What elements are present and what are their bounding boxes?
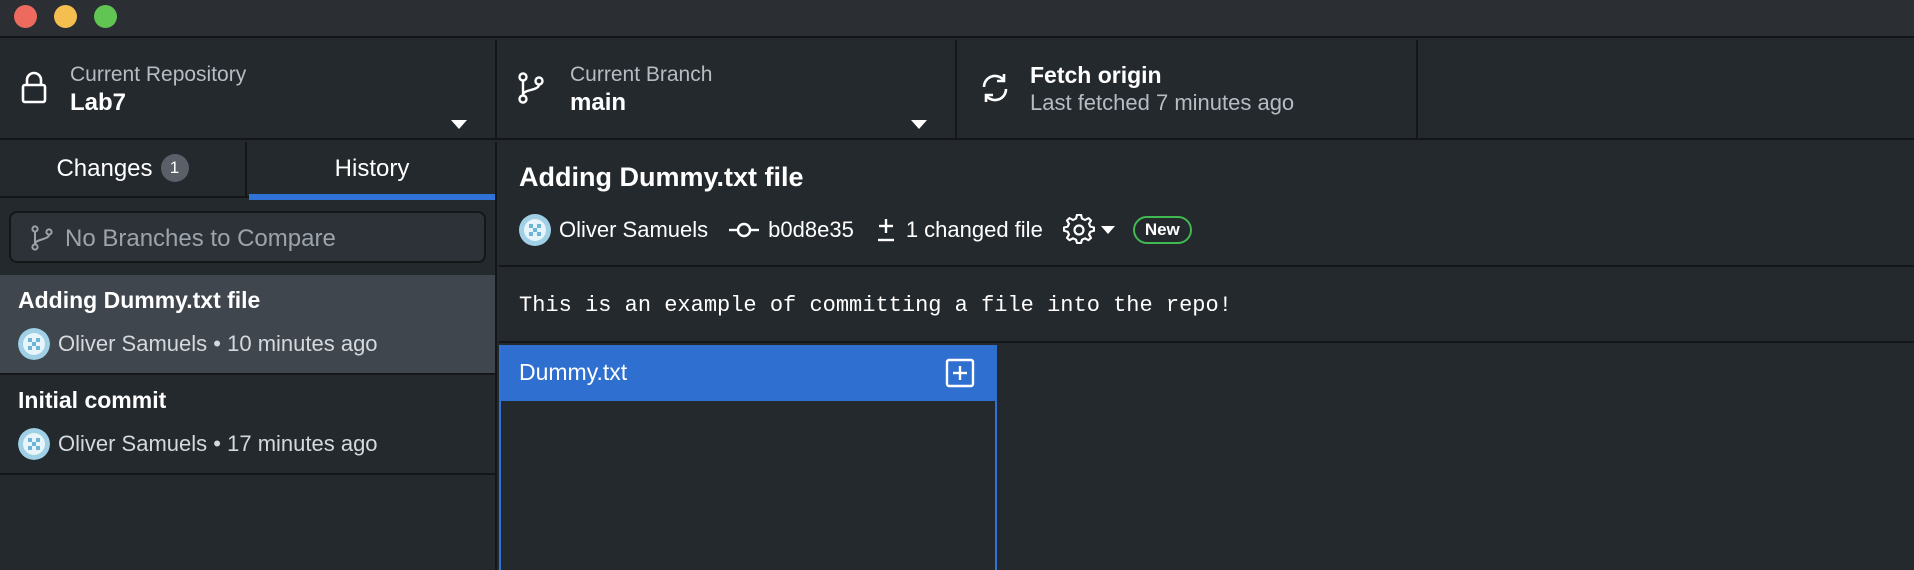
sidebar: Changes 1 History No Branches to Compare … [0, 142, 497, 570]
diff-settings-button[interactable] [1062, 214, 1115, 246]
commit-meta: Oliver Samuels • 10 minutes ago [18, 327, 378, 361]
fetch-origin-button[interactable]: Fetch origin Last fetched 7 minutes ago [957, 40, 1418, 140]
commit-meta: Oliver Samuels • 17 minutes ago [18, 427, 378, 461]
changed-files-count: 1 changed file [905, 217, 1043, 242]
current-repository-button[interactable]: Current Repository Lab7 [0, 40, 497, 140]
commit-time: 10 minutes ago [227, 331, 378, 356]
current-branch-value: main [570, 89, 627, 116]
commit-detail-panel: Adding Dummy.txt file Oliver Samuels b0d… [499, 142, 1914, 570]
diff-view [999, 345, 1914, 570]
commit-sha-item[interactable]: b0d8e35 [728, 217, 854, 243]
commit-sha: b0d8e35 [768, 217, 854, 242]
file-list-item[interactable]: Dummy.txt [501, 345, 997, 401]
commit-message: This is an example of committing a file … [499, 269, 1914, 343]
meta-separator: • [213, 431, 221, 456]
commit-title: Initial commit [18, 387, 167, 413]
avatar [519, 214, 551, 246]
chevron-down-icon [911, 120, 927, 129]
current-repository-value: Lab7 [70, 89, 127, 116]
window-maximize-button[interactable] [94, 5, 117, 28]
git-commit-icon [729, 222, 760, 238]
file-name: Dummy.txt [519, 359, 628, 385]
commit-author-item: Oliver Samuels [519, 214, 708, 246]
git-branch-icon [518, 72, 544, 104]
git-branch-icon [31, 225, 53, 251]
tab-changes[interactable]: Changes 1 [0, 142, 247, 198]
commit-title: Adding Dummy.txt file [18, 287, 261, 313]
window-minimize-button[interactable] [54, 5, 77, 28]
avatar [18, 428, 50, 460]
branch-compare-input[interactable]: No Branches to Compare [9, 211, 486, 263]
tab-history-label: History [334, 155, 410, 182]
diff-icon [877, 219, 894, 242]
commit-message-text: This is an example of committing a file … [519, 293, 1232, 318]
commit-header: Adding Dummy.txt file Oliver Samuels b0d… [499, 142, 1914, 267]
changed-files-list: Dummy.txt [499, 345, 997, 570]
commit-list: Adding Dummy.txt file Oliver Samuels • 1… [0, 275, 495, 475]
window-close-button[interactable] [14, 5, 37, 28]
tab-history[interactable]: History [249, 142, 495, 200]
window-titlebar [0, 0, 1914, 38]
changed-files-item: 1 changed file [874, 216, 1043, 244]
sync-icon [982, 74, 1008, 102]
commit-list-item[interactable]: Adding Dummy.txt file Oliver Samuels • 1… [0, 275, 495, 375]
last-fetched-text: Last fetched 7 minutes ago [1030, 90, 1295, 115]
commit-author: Oliver Samuels [559, 217, 709, 242]
chevron-down-icon [1100, 226, 1115, 234]
commit-time: 17 minutes ago [227, 431, 378, 456]
gear-icon [1062, 214, 1095, 245]
new-badge: New [1132, 216, 1192, 244]
fetch-origin-label: Fetch origin [1030, 62, 1162, 88]
lock-icon [21, 71, 47, 104]
changes-count-badge: 1 [160, 154, 189, 182]
commit-meta-row: Oliver Samuels b0d8e35 1 changed file Ne… [519, 212, 1192, 248]
commit-list-item[interactable]: Initial commit Oliver Samuels • 17 minut… [0, 375, 495, 475]
commit-summary-title: Adding Dummy.txt file [519, 162, 804, 192]
meta-separator: • [213, 331, 221, 356]
commit-author: Oliver Samuels [58, 431, 208, 456]
file-added-icon [945, 358, 975, 388]
current-repository-label: Current Repository [70, 63, 247, 86]
branch-compare-placeholder: No Branches to Compare [65, 225, 336, 252]
sidebar-tabs: Changes 1 History [0, 142, 495, 200]
current-branch-label: Current Branch [570, 63, 713, 86]
current-branch-button[interactable]: Current Branch main [497, 40, 957, 140]
tab-changes-label: Changes [56, 155, 153, 182]
chevron-down-icon [451, 120, 467, 129]
commit-author: Oliver Samuels [58, 331, 208, 356]
toolbar: Current Repository Lab7 Current Branch m… [0, 40, 1914, 140]
avatar [18, 328, 50, 360]
